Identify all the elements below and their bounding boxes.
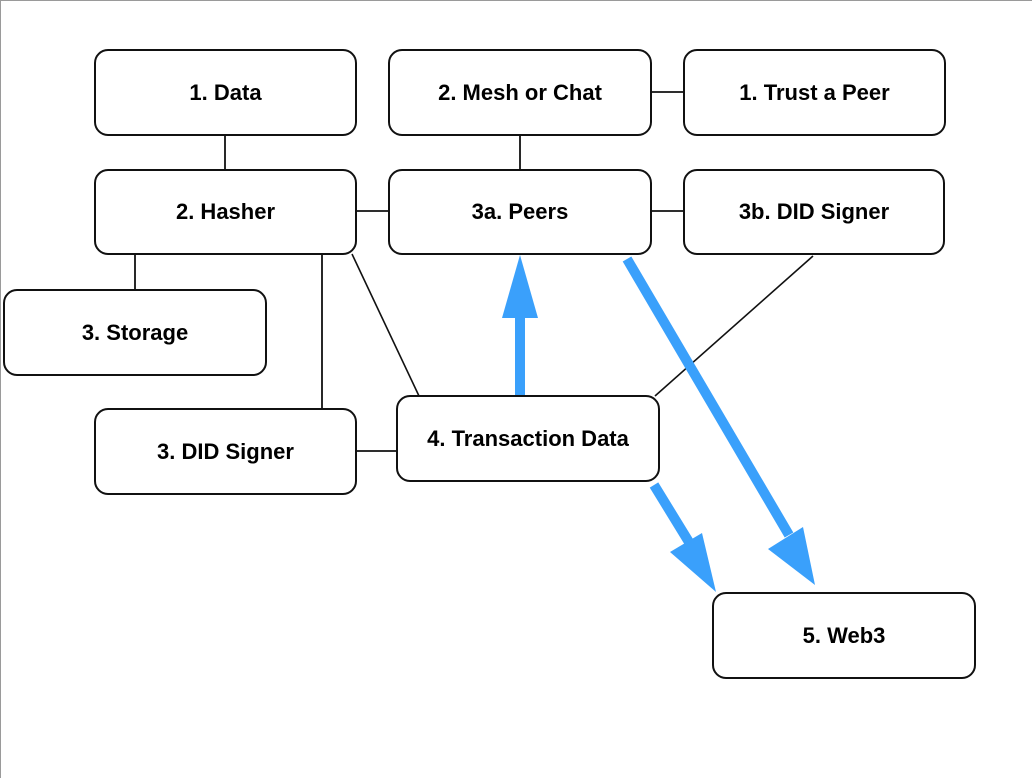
connector-didsigner3b-transaction (654, 255, 814, 397)
node-hasher[interactable]: 2. Hasher (94, 169, 357, 255)
node-label: 3. Storage (81, 319, 189, 345)
node-peers[interactable]: 3a. Peers (388, 169, 652, 255)
node-mesh-or-chat[interactable]: 2. Mesh or Chat (388, 49, 652, 136)
node-label: 2. Mesh or Chat (438, 79, 602, 105)
node-label: 4. Transaction Data (427, 425, 629, 451)
node-label: 1. Data (189, 79, 262, 105)
node-transaction-data[interactable]: 4. Transaction Data (396, 395, 660, 482)
node-label: 3b. DID Signer (738, 199, 890, 224)
node-data[interactable]: 1. Data (94, 49, 357, 136)
node-web3[interactable]: 5. Web3 (712, 592, 976, 679)
node-did-signer-3[interactable]: 3. DID Signer (94, 408, 357, 495)
arrow-transaction-to-peers (502, 255, 538, 396)
node-label: 3. DID Signer (157, 438, 294, 464)
node-label: 3a. Peers (471, 199, 569, 224)
node-storage[interactable]: 3. Storage (3, 289, 267, 376)
node-label: 2. Hasher (175, 199, 276, 224)
node-trust-a-peer[interactable]: 1. Trust a Peer (683, 49, 946, 136)
node-label: 1. Trust a Peer (739, 79, 890, 105)
connector-hasher-transaction (351, 253, 420, 397)
arrow-transaction-to-web3 (649, 482, 716, 592)
node-label: 5. Web3 (802, 622, 886, 648)
node-did-signer-3b[interactable]: 3b. DID Signer (683, 169, 945, 255)
